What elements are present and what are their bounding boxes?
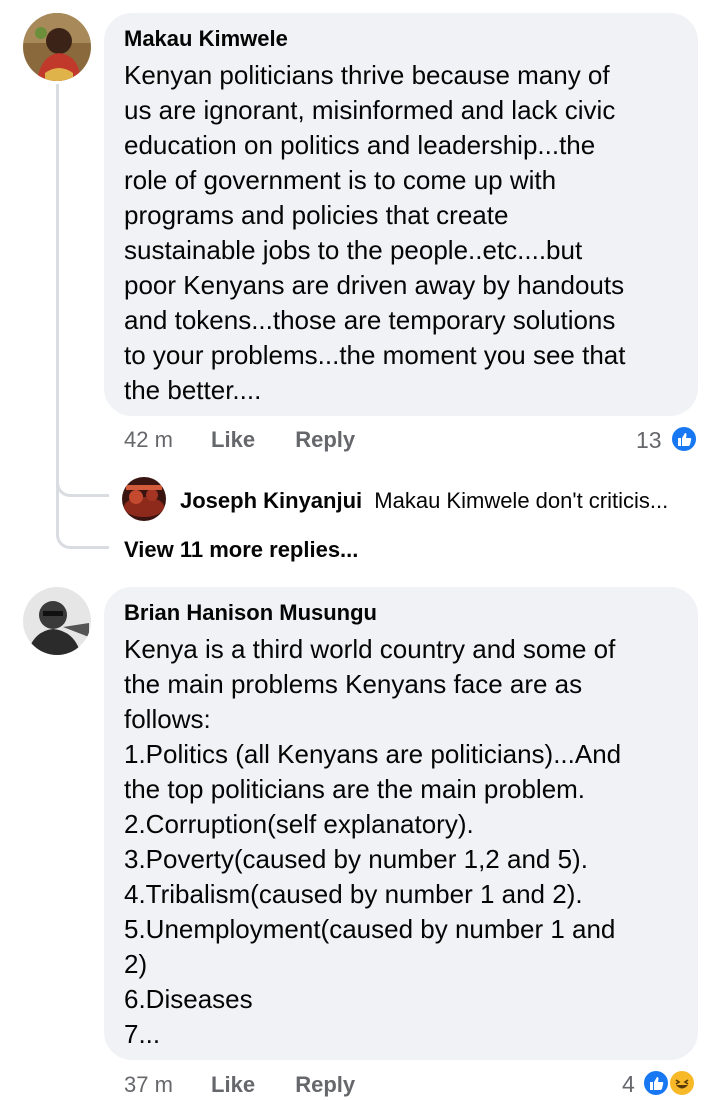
reply-author[interactable]: Joseph Kinyanjui xyxy=(180,488,362,513)
like-reaction-icon xyxy=(642,1069,670,1097)
comment-line: role of government is to come up with xyxy=(124,165,557,195)
comment-line: the main problems Kenyans face are as xyxy=(124,669,583,699)
comment-timestamp[interactable]: 42 m xyxy=(124,427,173,452)
comment-line: 4.Tribalism(caused by number 1 and 2). xyxy=(124,879,583,909)
comment-line: 6.Diseases xyxy=(124,984,253,1014)
comment-line: 5.Unemployment(caused by number 1 and xyxy=(124,914,616,944)
comment-line: 2.Corruption(self explanatory). xyxy=(124,809,474,839)
view-more-replies[interactable]: View 11 more replies... xyxy=(124,537,358,563)
avatar-makau[interactable] xyxy=(23,13,91,81)
comment-bubble: Brian Hanison Musungu Kenya is a third w… xyxy=(104,587,698,1060)
comment-line: programs and policies that create xyxy=(124,200,509,230)
comment-line: 7... xyxy=(124,1019,161,1049)
avatar-joseph[interactable] xyxy=(122,477,166,521)
comment-author[interactable]: Makau Kimwele xyxy=(124,26,678,52)
comment-line: sustainable jobs to the people..etc....b… xyxy=(124,235,583,265)
comment-bubble: Makau Kimwele Kenyan politicians thrive … xyxy=(104,13,698,416)
comment-line: education on politics and leadership...t… xyxy=(124,130,596,160)
comment-line: Kenyan politicians thrive because many o… xyxy=(124,60,610,90)
reply-button[interactable]: Reply xyxy=(295,1072,355,1097)
comment-line: follows: xyxy=(124,704,211,734)
comment-line: Kenya is a third world country and some … xyxy=(124,634,616,664)
comment-line: poor Kenyans are driven away by handouts xyxy=(124,270,625,300)
like-reaction-icon xyxy=(670,425,698,453)
comment-line: 2) xyxy=(124,949,148,979)
comment-line: us are ignorant, misinformed and lack ci… xyxy=(124,95,616,125)
comment-actions: 37 m Like Reply xyxy=(124,1072,355,1098)
comment-line: and tokens...those are temporary solutio… xyxy=(124,305,616,335)
comment-actions: 42 m Like Reply xyxy=(124,427,355,453)
haha-reaction-icon xyxy=(668,1069,696,1097)
comment-line: to your problems...the moment you see th… xyxy=(124,340,626,370)
thread-branch-view-more xyxy=(56,486,109,549)
comment-text: Kenya is a third world country and some … xyxy=(124,632,678,1052)
comment-timestamp[interactable]: 37 m xyxy=(124,1072,173,1097)
comment-line: the top politicians are the main problem… xyxy=(124,774,586,804)
like-button[interactable]: Like xyxy=(211,1072,255,1097)
like-button[interactable]: Like xyxy=(211,427,255,452)
comment-line: 3.Poverty(caused by number 1,2 and 5). xyxy=(124,844,588,874)
reaction-count[interactable]: 13 xyxy=(636,427,662,454)
reply-preview-text: Makau Kimwele don't criticis... xyxy=(374,488,669,513)
comment-line: the better.... xyxy=(124,375,262,405)
reply-preview[interactable]: Joseph Kinyanjui Makau Kimwele don't cri… xyxy=(180,488,668,514)
comment-author[interactable]: Brian Hanison Musungu xyxy=(124,600,678,626)
avatar-brian[interactable] xyxy=(23,587,91,655)
comment-line: 1.Politics (all Kenyans are politicians)… xyxy=(124,739,622,769)
thread-line xyxy=(56,84,59,486)
comment-text: Kenyan politicians thrive because many o… xyxy=(124,58,678,408)
reply-button[interactable]: Reply xyxy=(295,427,355,452)
reaction-count[interactable]: 4 xyxy=(622,1071,635,1098)
